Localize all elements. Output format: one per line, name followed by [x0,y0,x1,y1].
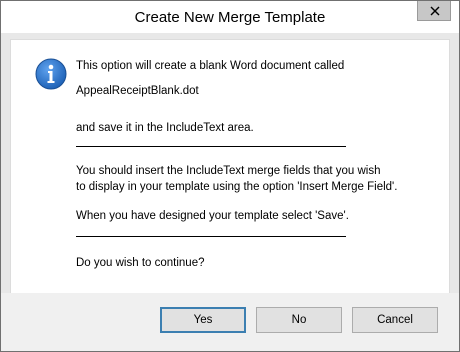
message-line-intro: This option will create a blank Word doc… [76,60,345,72]
message-line-save: and save it in the IncludeText area. [76,122,254,134]
message-line-designed: When you have designed your template sel… [76,210,349,222]
message-panel: This option will create a blank Word doc… [10,39,450,294]
separator-line [76,146,346,147]
message-filename: AppealReceiptBlank.dot [76,85,199,97]
no-button[interactable]: No [256,307,342,333]
message-question: Do you wish to continue? [76,257,205,269]
yes-button[interactable]: Yes [160,307,246,333]
button-bar: Yes No Cancel [1,293,459,351]
close-button[interactable] [417,1,451,21]
dialog-title: Create New Merge Template [134,9,326,26]
message-line-insert-a: You should insert the IncludeText merge … [76,165,381,177]
dialog-window: Create New Merge Template This option wi… [0,0,460,352]
information-icon [35,58,67,90]
cancel-button[interactable]: Cancel [352,307,438,333]
message-line-insert-b: to display in your template using the op… [76,181,398,193]
title-bar: Create New Merge Template [1,1,459,33]
close-icon [430,6,440,16]
separator-line [76,236,346,237]
